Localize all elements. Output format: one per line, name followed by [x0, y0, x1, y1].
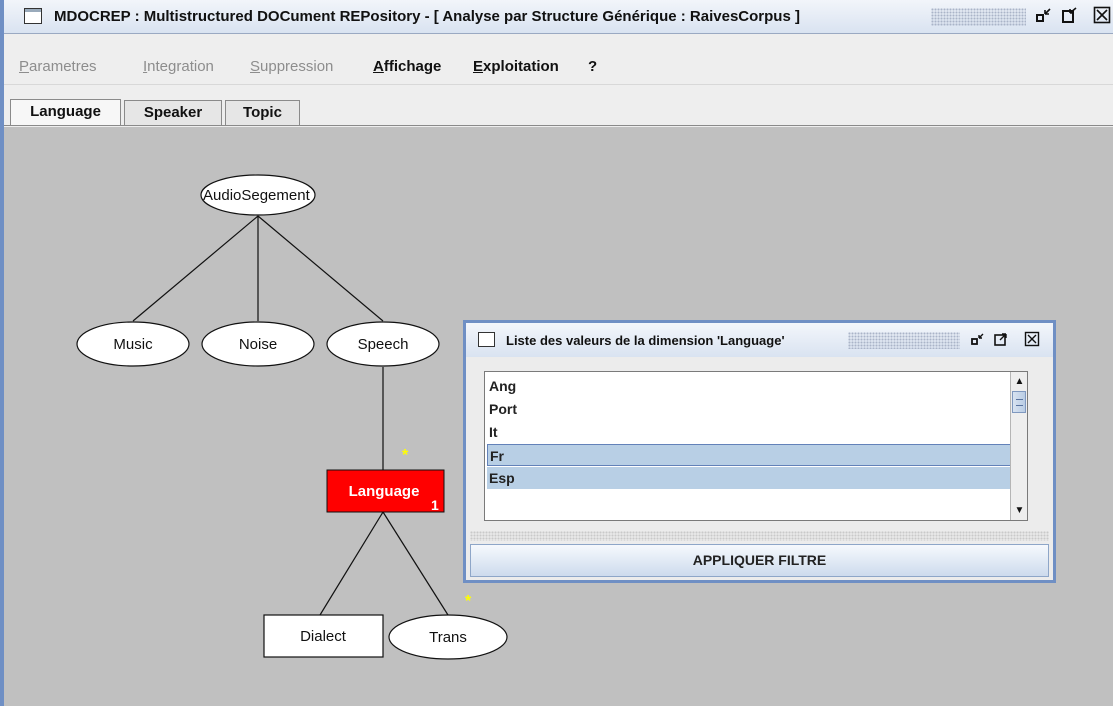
apply-filter-button[interactable]: APPLIQUER FILTRE	[470, 544, 1049, 577]
values-list[interactable]: Ang Port It Fr Esp ▲ ▼	[484, 371, 1028, 521]
menu-parametres[interactable]: Parametres	[19, 58, 97, 75]
node-label-speech: Speech	[358, 336, 409, 353]
node-label-dialect: Dialect	[300, 628, 347, 645]
tree-node-noise[interactable]: Noise	[201, 321, 315, 367]
menu-exploitation[interactable]: Exploitation	[473, 58, 559, 75]
node-label-noise: Noise	[239, 336, 277, 353]
menu-bar-top	[4, 34, 1113, 54]
edge-root-speech	[257, 215, 384, 322]
dialog-title: Liste des valeurs de la dimension 'Langu…	[506, 333, 785, 348]
window-icon	[24, 8, 42, 24]
list-item-selected[interactable]: Fr	[487, 444, 1011, 466]
list-item[interactable]: Ang	[487, 375, 1011, 397]
dialog-maximize-icon[interactable]	[992, 331, 1010, 349]
dialog-separator	[470, 531, 1049, 541]
tree-node-trans[interactable]: Trans	[388, 614, 508, 660]
scroll-down-icon[interactable]: ▼	[1012, 502, 1027, 519]
edge-language-dialect	[319, 511, 384, 616]
tree-node-audiosegement[interactable]: AudioSegement	[200, 174, 316, 216]
node-label-audiosegement: AudioSegement	[203, 187, 311, 204]
dialog-close-icon[interactable]	[1023, 331, 1041, 349]
node-label-trans: Trans	[429, 629, 467, 646]
title-bar-grip	[931, 8, 1026, 26]
title-bar[interactable]: MDOCREP : Multistructured DOCument REPos…	[4, 0, 1113, 34]
list-item[interactable]: It	[487, 421, 1011, 443]
node-label-music: Music	[113, 336, 153, 353]
node-label-language: Language	[349, 483, 420, 500]
dialog-window-icon	[478, 332, 495, 347]
edge-root-music	[132, 215, 259, 322]
scroll-up-icon[interactable]: ▲	[1012, 373, 1027, 390]
tree-node-dialect[interactable]: Dialect	[263, 614, 384, 658]
menu-suppression[interactable]: Suppression	[250, 58, 333, 75]
node-count-badge: 1	[431, 497, 439, 513]
menu-help[interactable]: ?	[588, 58, 597, 75]
menu-affichage[interactable]: Affichage	[373, 58, 441, 75]
close-icon[interactable]	[1092, 6, 1112, 26]
list-item-selected[interactable]: Esp	[487, 467, 1011, 489]
dialog-minimize-icon[interactable]	[969, 331, 987, 349]
window-title: MDOCREP : Multistructured DOCument REPos…	[54, 8, 800, 25]
edge-language-trans	[382, 511, 449, 616]
multiplicity-marker-trans: *	[465, 593, 472, 610]
tab-language[interactable]: Language	[10, 99, 121, 126]
dialog-title-grip	[848, 332, 960, 349]
list-scrollbar[interactable]: ▲ ▼	[1010, 372, 1027, 520]
tab-speaker[interactable]: Speaker	[124, 100, 222, 125]
tree-node-speech[interactable]: Speech	[326, 321, 440, 367]
dialog-title-bar[interactable]: Liste des valeurs de la dimension 'Langu…	[466, 323, 1053, 357]
maximize-icon[interactable]	[1060, 6, 1080, 26]
menu-integration[interactable]: Integration	[143, 58, 214, 75]
tab-topic[interactable]: Topic	[225, 100, 300, 125]
tree-node-music[interactable]: Music	[76, 321, 190, 367]
minimize-icon[interactable]	[1034, 6, 1054, 26]
multiplicity-marker-language: *	[402, 447, 409, 464]
scroll-thumb[interactable]	[1012, 391, 1026, 413]
values-dialog: Liste des valeurs de la dimension 'Langu…	[463, 320, 1056, 583]
list-item[interactable]: Port	[487, 398, 1011, 420]
tree-node-language-selected[interactable]: Language 1	[326, 469, 445, 513]
